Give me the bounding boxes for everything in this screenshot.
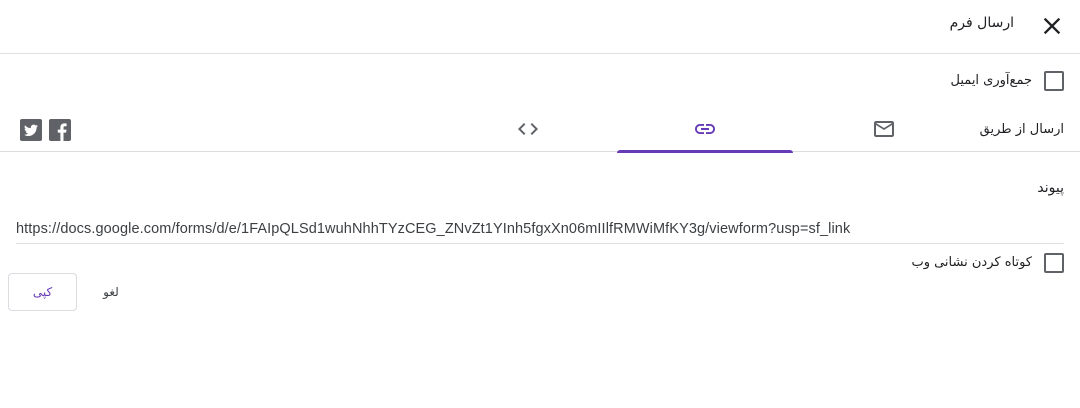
share-facebook-button[interactable] bbox=[49, 119, 71, 141]
email-icon bbox=[874, 121, 894, 137]
twitter-icon bbox=[24, 124, 38, 136]
close-icon bbox=[1043, 17, 1061, 35]
close-button[interactable] bbox=[1038, 12, 1066, 40]
collect-emails-label: جمع‌آوری ایمیل bbox=[950, 73, 1032, 88]
send-via-label: ارسال از طریق bbox=[979, 122, 1064, 137]
embed-code-icon bbox=[518, 123, 538, 135]
shorten-url-checkbox[interactable] bbox=[1044, 253, 1064, 273]
copy-button[interactable]: کپی bbox=[8, 273, 77, 311]
send-via-row: ارسال از طریق bbox=[0, 106, 1080, 153]
link-section-label: پیوند bbox=[1037, 180, 1064, 196]
facebook-icon bbox=[57, 123, 67, 141]
tab-email[interactable] bbox=[794, 106, 974, 152]
dialog-header: ارسال فرم bbox=[0, 0, 1080, 54]
shorten-url-label: کوتاه کردن نشانی وب bbox=[911, 255, 1032, 270]
dialog-title: ارسال فرم bbox=[949, 15, 1014, 31]
tab-embed[interactable] bbox=[440, 106, 616, 152]
send-form-dialog: ارسال فرم جمع‌آوری ایمیل ارسال از طریق bbox=[0, 0, 1080, 408]
share-twitter-button[interactable] bbox=[20, 119, 42, 141]
collect-emails-checkbox[interactable] bbox=[1044, 71, 1064, 91]
tab-selected-indicator bbox=[617, 150, 793, 153]
link-url-field[interactable]: https://docs.google.com/forms/d/e/1FAIpQ… bbox=[16, 216, 1064, 244]
cancel-button[interactable]: لغو bbox=[86, 273, 136, 311]
tab-link[interactable] bbox=[617, 106, 793, 153]
link-icon bbox=[695, 124, 715, 134]
